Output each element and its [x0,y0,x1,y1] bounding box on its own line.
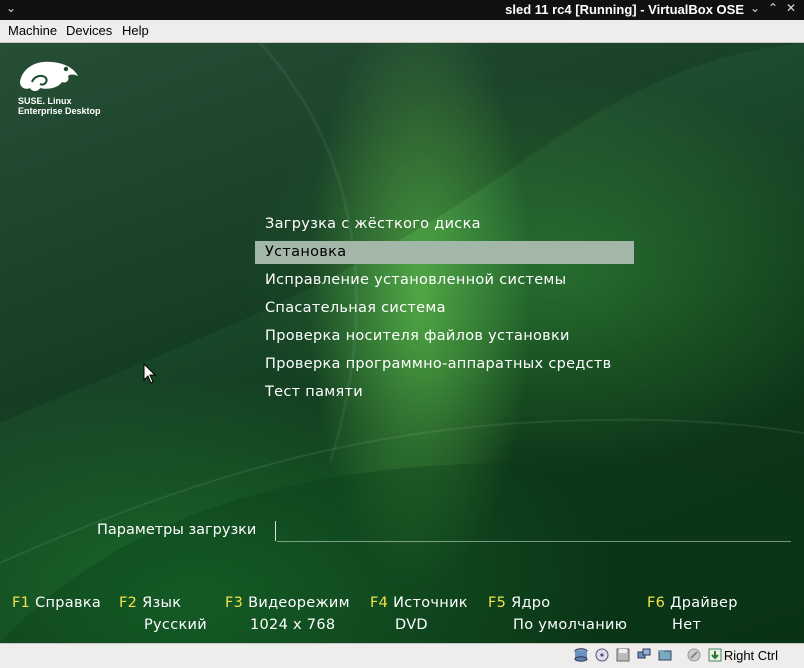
fkey-f3-key: F3 [225,595,244,611]
fkey-f2-label: Язык [142,595,182,611]
logo-line1: SUSE. Linux [18,96,72,106]
minimize-icon[interactable]: ⌄ [750,1,760,15]
cd-icon[interactable] [595,648,609,662]
hard-disk-icon[interactable] [574,648,588,662]
boot-item-repair[interactable]: Исправление установленной системы [255,269,634,292]
fkey-f4-label: Источник [393,595,468,611]
fkey-f5-label: Ядро [511,595,551,611]
boot-options-caret [275,521,276,541]
fkey-f3-value: 1024 x 768 [250,617,336,633]
fkey-f3[interactable]: F3 Видеорежим [225,595,350,611]
fkey-f6[interactable]: F6 Драйвер [647,595,738,611]
mouse-integration-icon[interactable] [708,648,722,662]
fkey-f6-label: Драйвер [670,595,738,611]
boot-options-label: Параметры загрузки [97,522,257,538]
fkey-f1[interactable]: F1 Справка [12,595,101,611]
fkey-f5-key: F5 [488,595,507,611]
close-icon[interactable]: ✕ [786,1,796,15]
fkey-f1-label: Справка [35,595,102,611]
statusbar: Right Ctrl [0,643,804,668]
shared-folder-icon[interactable] [658,648,672,662]
maximize-icon[interactable]: ⌃ [768,1,778,15]
window-titlebar[interactable]: ⌄ sled 11 rc4 [Running] - VirtualBox OSE… [0,0,804,20]
menubar: Machine Devices Help [0,20,804,43]
boot-item-hw-check[interactable]: Проверка программно-аппаратных средств [255,353,634,376]
vm-screen[interactable]: SUSE. Linux Enterprise Desktop Загрузка … [0,43,804,643]
menu-devices[interactable]: Devices [66,23,112,38]
mouse-pointer-icon [143,363,157,384]
floppy-icon[interactable] [616,648,630,662]
fkey-f4-value: DVD [395,617,428,633]
network-icon[interactable] [637,648,651,662]
fkey-f6-value: Нет [672,617,702,633]
menu-help[interactable]: Help [122,23,149,38]
logo-line2: Enterprise Desktop [18,106,101,116]
boot-options-input[interactable] [277,541,791,542]
usb-icon[interactable] [687,648,701,662]
chameleon-icon [20,61,78,91]
fkey-f2-key: F2 [119,595,138,611]
fkey-f2[interactable]: F2 Язык [119,595,181,611]
menu-machine[interactable]: Machine [8,23,57,38]
fkey-f5[interactable]: F5 Ядро [488,595,550,611]
fkey-f1-key: F1 [12,595,31,611]
fkey-f4[interactable]: F4 Источник [370,595,468,611]
fkey-f2-value: Русский [144,617,207,633]
window-title: sled 11 rc4 [Running] - VirtualBox OSE [505,2,744,17]
suse-logo: SUSE. Linux Enterprise Desktop [18,58,101,116]
window-menu-icon[interactable]: ⌄ [6,1,16,15]
fkey-f4-key: F4 [370,595,389,611]
fkey-f3-label: Видеорежим [248,595,350,611]
boot-item-install[interactable]: Установка [255,241,634,264]
fkey-f6-key: F6 [647,595,666,611]
host-key-label: Right Ctrl [723,648,778,663]
fkey-f5-value: По умолчанию [513,617,628,633]
boot-item-rescue[interactable]: Спасательная система [255,297,634,320]
boot-item-hard-disk[interactable]: Загрузка с жёсткого диска [255,213,634,236]
boot-item-media-check[interactable]: Проверка носителя файлов установки [255,325,634,348]
boot-item-memtest[interactable]: Тест памяти [255,381,634,404]
